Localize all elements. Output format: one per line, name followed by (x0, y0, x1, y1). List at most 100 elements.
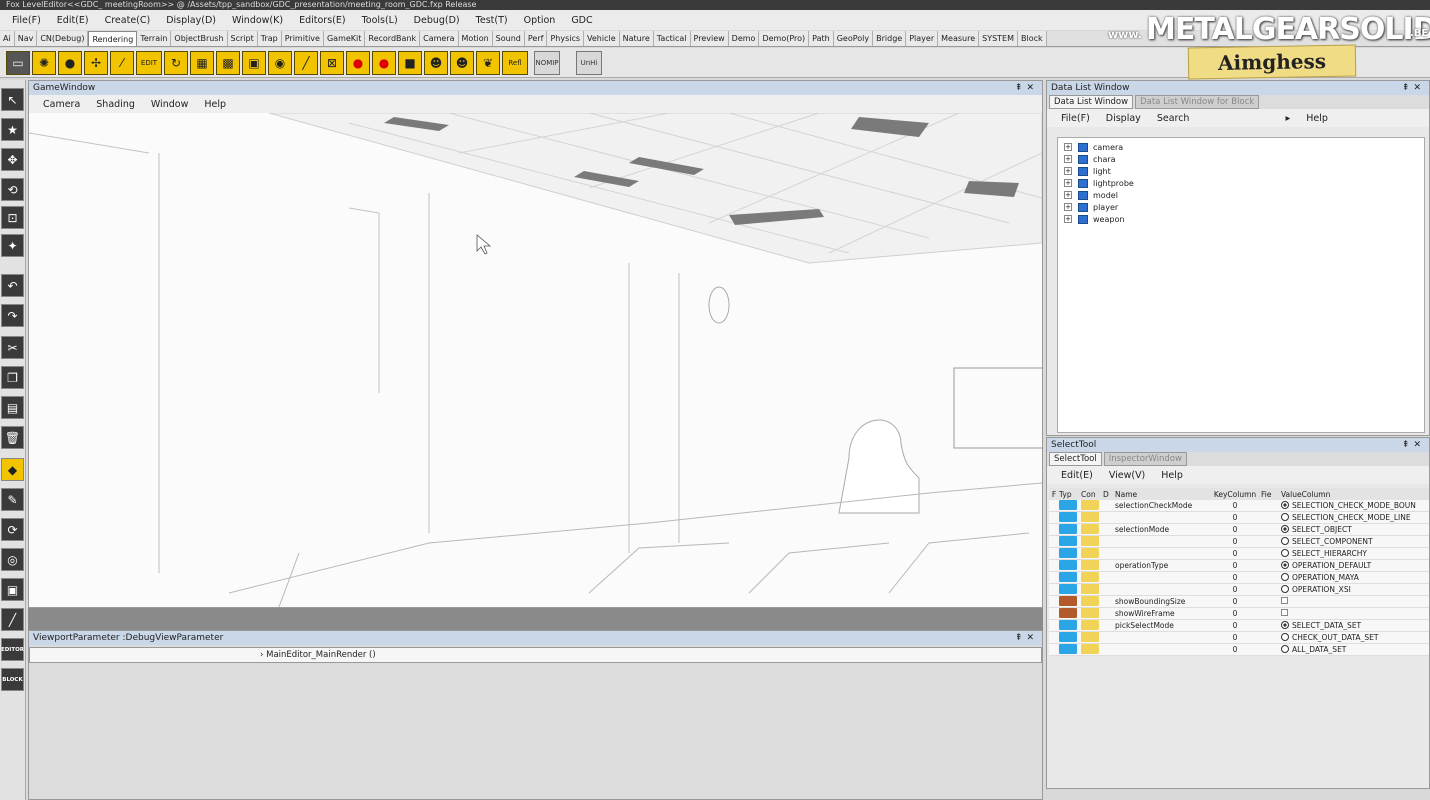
menu-debug[interactable]: Debug(D) (406, 15, 468, 26)
bulb-light-icon[interactable]: ● (58, 50, 82, 75)
character-icon[interactable]: ☻ (424, 50, 448, 75)
record-search-icon[interactable]: ● (346, 50, 370, 75)
value-column[interactable]: SELECT_DATA_SET (1281, 621, 1429, 630)
checkbox[interactable] (1281, 609, 1288, 616)
tab-select-tool[interactable]: SelectTool (1049, 452, 1102, 466)
value-column[interactable]: SELECTION_CHECK_MODE_LINE (1281, 513, 1429, 522)
editor-tab[interactable]: ObjectBrush (171, 31, 228, 46)
character-alt-icon[interactable]: ☻ (450, 50, 474, 75)
camera-tool-icon[interactable]: ▣ (1, 578, 24, 601)
brush-icon[interactable]: ⁄ (110, 50, 134, 75)
menu-display[interactable]: Display (1098, 113, 1149, 124)
snap-gizmo-icon[interactable]: ✦ (1, 234, 24, 257)
radio-icon[interactable] (1281, 525, 1289, 533)
expand-plus-icon[interactable]: + (1064, 143, 1072, 151)
feather-icon[interactable]: ❦ (476, 50, 500, 75)
table-row[interactable]: showWireFrame 0 (1049, 607, 1429, 620)
editor-tab[interactable]: Trap (257, 31, 282, 46)
menu-option[interactable]: Option (516, 15, 564, 26)
expand-plus-icon[interactable]: + (1064, 167, 1072, 175)
target-icon[interactable]: ◎ (1, 548, 24, 571)
wireframe-icon[interactable]: ⊠ (320, 50, 344, 75)
table-row[interactable]: 0 OPERATION_MAYA (1049, 571, 1429, 584)
table-row[interactable]: operationType 0 OPERATION_DEFAULT (1049, 559, 1429, 572)
pin-close-icon[interactable]: ⇞✕ (1402, 81, 1425, 95)
editor-tab[interactable]: Bridge (873, 31, 907, 46)
editor-tab[interactable]: Sound (492, 31, 525, 46)
wand-icon[interactable]: ╱ (294, 50, 318, 75)
editor-tab[interactable]: Physics (547, 31, 585, 46)
menu-edit[interactable]: Edit(E) (49, 15, 97, 26)
menu-tools[interactable]: Tools(L) (354, 15, 406, 26)
menu-help[interactable]: Help (1298, 113, 1336, 124)
editor-tab[interactable]: Ai (0, 31, 15, 46)
expand-plus-icon[interactable]: + (1064, 179, 1072, 187)
gamepad-icon[interactable]: ◆ (1, 458, 24, 481)
radio-icon[interactable] (1281, 585, 1289, 593)
editor-tab[interactable]: Vehicle (584, 31, 620, 46)
value-column[interactable] (1281, 609, 1429, 618)
expand-plus-icon[interactable]: + (1064, 215, 1072, 223)
value-column[interactable]: OPERATION_XSI (1281, 585, 1429, 594)
tree-item[interactable]: + lightprobe (1058, 177, 1424, 189)
menu-test[interactable]: Test(T) (468, 15, 516, 26)
pin-close-icon[interactable]: ⇞✕ (1402, 438, 1425, 452)
3d-viewport[interactable] (29, 113, 1042, 607)
radio-icon[interactable] (1281, 573, 1289, 581)
radio-icon[interactable] (1281, 561, 1289, 569)
editor-tab[interactable]: Preview (690, 31, 729, 46)
scale-gizmo-icon[interactable]: ⊡ (1, 206, 24, 229)
unhide-button[interactable]: UnHi (576, 50, 602, 75)
menu-shading[interactable]: Shading (88, 99, 143, 110)
cycle-icon[interactable]: ↻ (164, 50, 188, 75)
table-row[interactable]: 0 SELECT_COMPONENT (1049, 535, 1429, 548)
tree-item[interactable]: + light (1058, 165, 1424, 177)
refl-button[interactable]: Refl (502, 50, 528, 75)
editor-tab[interactable]: Motion (458, 31, 493, 46)
expand-plus-icon[interactable]: + (1064, 203, 1072, 211)
table-row[interactable]: 0 ALL_DATA_SET (1049, 643, 1429, 656)
tab-data-list-block[interactable]: Data List Window for Block (1135, 95, 1260, 109)
render-mode-icon[interactable]: ▭ (6, 50, 30, 75)
value-column[interactable]: SELECT_HIERARCHY (1281, 549, 1429, 558)
table-row[interactable]: 0 SELECT_HIERARCHY (1049, 547, 1429, 560)
menu-view[interactable]: View(V) (1101, 470, 1153, 481)
table-row[interactable]: 0 CHECK_OUT_DATA_SET (1049, 631, 1429, 644)
editor-tab[interactable]: Nature (619, 31, 654, 46)
table-row[interactable]: selectionCheckMode 0 SELECTION_CHECK_MODE_… (1049, 499, 1429, 512)
editor-tab[interactable]: Script (227, 31, 258, 46)
radio-icon[interactable] (1281, 645, 1289, 653)
radio-icon[interactable] (1281, 621, 1289, 629)
fan-icon[interactable]: ✢ (84, 50, 108, 75)
dropdown-arrow-icon[interactable]: ▸ (1277, 113, 1298, 124)
move-gizmo-icon[interactable]: ✥ (1, 148, 24, 171)
editor-tab[interactable]: Camera (420, 31, 459, 46)
grid-frame-icon[interactable]: ▣ (242, 50, 266, 75)
value-column[interactable] (1281, 597, 1429, 606)
menu-window[interactable]: Window(K) (224, 15, 291, 26)
tree-item[interactable]: + camera (1058, 141, 1424, 153)
editor-tab[interactable]: GameKit (323, 31, 366, 46)
editor-tab[interactable]: Player (906, 31, 939, 46)
radio-icon[interactable] (1281, 513, 1289, 521)
tab-data-list[interactable]: Data List Window (1049, 95, 1134, 109)
editor-tab[interactable]: Nav (14, 31, 38, 46)
table-row[interactable]: 0 SELECTION_CHECK_MODE_LINE (1049, 511, 1429, 524)
editor-tab[interactable]: Rendering (88, 31, 138, 46)
viewport-param-row[interactable]: › MainEditor_MainRender () (29, 647, 1042, 663)
menu-create[interactable]: Create(C) (97, 15, 159, 26)
editor-tab[interactable]: Perf (524, 31, 548, 46)
select-arrow-icon[interactable]: ↖ (1, 88, 24, 111)
refresh-icon[interactable]: ⟳ (1, 518, 24, 541)
editor-tab[interactable]: Demo(Pro) (759, 31, 810, 46)
expand-plus-icon[interactable]: + (1064, 191, 1072, 199)
pin-close-icon[interactable]: ⇞✕ (1015, 631, 1038, 645)
value-column[interactable]: SELECTION_CHECK_MODE_BOUN (1281, 501, 1429, 510)
checker-icon[interactable]: ▦ (190, 50, 214, 75)
edit-toggle-icon[interactable]: EDIT (136, 50, 162, 75)
editor-mode-button[interactable]: EDITOR (1, 638, 24, 661)
checkbox[interactable] (1281, 597, 1288, 604)
value-column[interactable]: SELECT_OBJECT (1281, 525, 1429, 534)
tree-item[interactable]: + model (1058, 189, 1424, 201)
block-mode-button[interactable]: BLOCK (1, 668, 24, 691)
